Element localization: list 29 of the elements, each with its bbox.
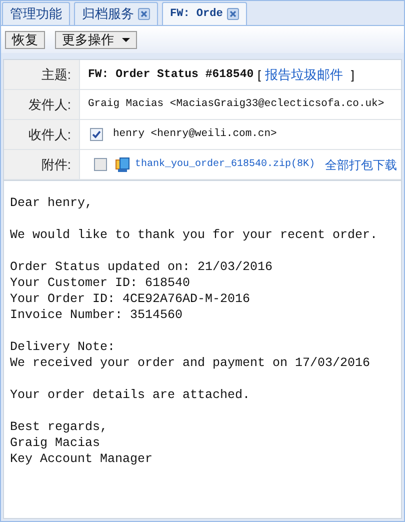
sender-text: Graig Macias <MaciasGraig33@eclecticsofa.co.uk>	[88, 96, 384, 112]
close-icon[interactable]	[226, 8, 239, 20]
body-paragraph: Dear henry,	[10, 195, 94, 211]
zip-file-icon	[115, 156, 131, 172]
tab[interactable]: 管理功能	[2, 2, 70, 25]
report-spam-link[interactable]: 报告垃圾邮件	[264, 64, 343, 84]
bracket-text: ]	[350, 66, 354, 84]
checkbox[interactable]	[94, 158, 107, 171]
recipient-text: henry <henry@weili.com.cn>	[113, 126, 277, 142]
checkbox[interactable]	[90, 128, 103, 141]
tab[interactable]: FW: Orde	[162, 2, 247, 25]
toolbar-button[interactable]: 恢复	[5, 30, 45, 48]
subject-text: FW: Order Status #618540	[88, 66, 254, 83]
download-all-link[interactable]: 全部打包下载	[325, 156, 397, 174]
more-actions-button[interactable]: 更多操作	[55, 30, 137, 48]
caret-icon	[122, 38, 130, 42]
attachment-link[interactable]: thank_you_order_618540.zip(8K)	[135, 157, 316, 172]
body-paragraph: Delivery Note: We received your order and payment on 17/03/2016	[10, 339, 372, 371]
tab[interactable]: 归档服务	[74, 2, 158, 25]
field-label: 附件:	[41, 156, 71, 174]
field-label: 主题:	[41, 66, 71, 84]
field-label: 收件人:	[28, 126, 71, 144]
body-paragraph: Your order details are attached.	[10, 387, 252, 403]
field-label: 发件人:	[28, 96, 71, 114]
body-paragraph: Order Status updated on: 21/03/2016 Your Customer ID: 618540 Your Order ID: 4CE92A76AD-M-2016 Invoice Number: 3514560	[10, 259, 274, 323]
body-paragraph: We would like to thank you for your recent order.	[10, 227, 379, 243]
bracket-text: [	[258, 66, 261, 84]
body-paragraph: Best regards, Graig Macias Key Account Manager	[10, 419, 154, 467]
close-icon[interactable]	[138, 8, 150, 20]
